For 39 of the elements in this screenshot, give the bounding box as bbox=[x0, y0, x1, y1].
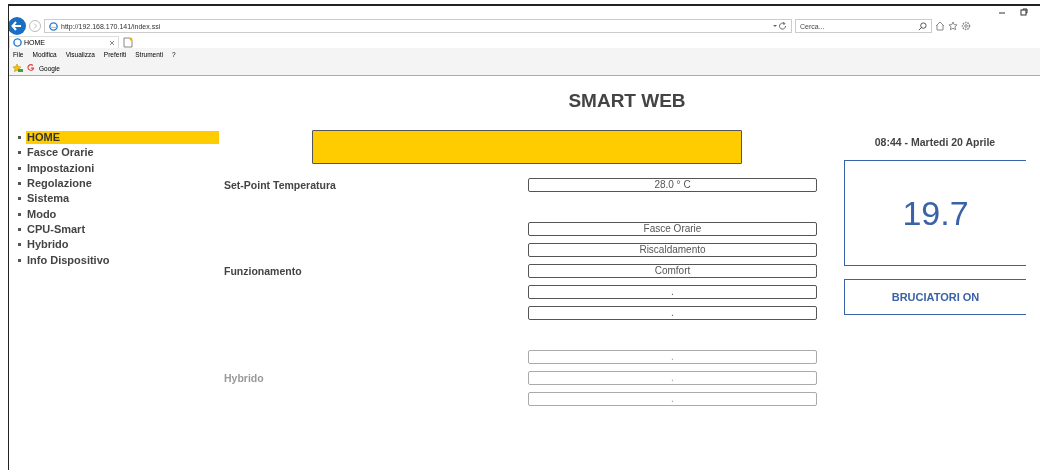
value-field: . bbox=[528, 305, 817, 320]
value-field: Fasce Orarie bbox=[528, 221, 817, 236]
close-icon[interactable] bbox=[109, 39, 115, 46]
field-label: Funzionamento bbox=[224, 264, 302, 277]
value-field: . bbox=[528, 370, 817, 385]
restore-icon[interactable] bbox=[1020, 8, 1028, 16]
nav-link[interactable]: HOME bbox=[26, 131, 219, 145]
value-field: Riscaldamento bbox=[528, 242, 817, 257]
clock-text: 08:44 - Martedi 20 Aprile bbox=[873, 135, 997, 150]
globe-icon bbox=[49, 21, 58, 31]
nav-link[interactable]: Impostazioni bbox=[26, 161, 219, 175]
refresh-icon[interactable] bbox=[773, 22, 787, 30]
field-label: Hybrido bbox=[224, 371, 264, 384]
nav-link[interactable]: Hybrido bbox=[26, 238, 219, 252]
nav-link[interactable]: Info Dispositivo bbox=[26, 253, 219, 267]
nav-link[interactable]: Modo bbox=[26, 207, 219, 221]
gear-icon[interactable] bbox=[961, 21, 971, 31]
nav-link[interactable]: Regolazione bbox=[26, 177, 219, 191]
temperature-display: 19.7 bbox=[844, 160, 1026, 266]
page-title: SMART WEB bbox=[567, 90, 687, 113]
home-icon[interactable] bbox=[935, 21, 945, 31]
nav-link[interactable]: Sistema bbox=[26, 192, 219, 206]
nav-link[interactable]: CPU-Smart bbox=[26, 222, 219, 236]
google-icon bbox=[27, 64, 35, 72]
value-field: 28.0 ° C bbox=[528, 177, 817, 192]
burner-status: BRUCIATORI ON bbox=[844, 279, 1026, 315]
value-field: . bbox=[528, 349, 817, 364]
field-label: Set-Point Temperatura bbox=[224, 178, 336, 191]
forward-button[interactable] bbox=[29, 20, 41, 32]
value-field: . bbox=[528, 284, 817, 299]
globe-icon bbox=[13, 38, 22, 47]
value-field: Comfort bbox=[528, 263, 817, 278]
back-button[interactable] bbox=[9, 17, 26, 35]
star-icon[interactable] bbox=[948, 21, 958, 31]
new-tab-icon[interactable] bbox=[123, 36, 133, 48]
favorites-star-icon[interactable] bbox=[12, 63, 23, 73]
search-icon bbox=[918, 21, 927, 31]
value-field: . bbox=[528, 391, 817, 406]
nav-link[interactable]: Fasce Orarie bbox=[26, 146, 219, 160]
